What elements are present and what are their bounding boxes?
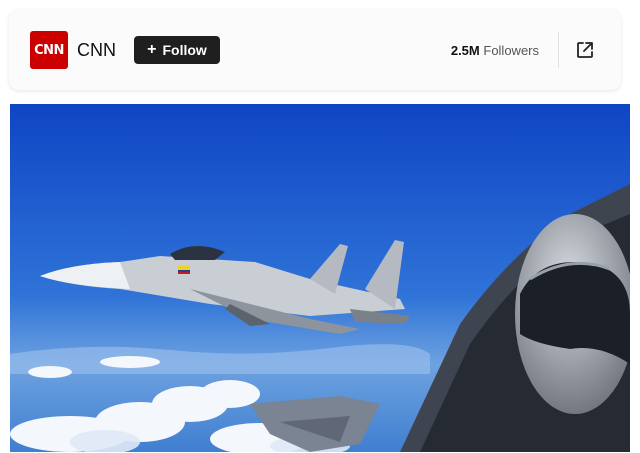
plus-icon: + — [147, 41, 157, 58]
followers-count: 2.5M Followers — [451, 43, 539, 58]
followers-label: Followers — [483, 43, 539, 58]
article-image[interactable] — [10, 104, 630, 452]
logo-text: CNN — [34, 42, 64, 58]
divider — [558, 32, 559, 68]
follow-button[interactable]: + Follow — [134, 36, 220, 64]
publisher-header: CNN CNN + Follow 2.5M Followers — [9, 10, 621, 90]
external-link-icon[interactable] — [575, 40, 595, 60]
publisher-name[interactable]: CNN — [77, 40, 116, 61]
follow-label: Follow — [162, 42, 207, 58]
publisher-logo[interactable]: CNN — [30, 31, 68, 69]
followers-number: 2.5M — [450, 43, 480, 58]
